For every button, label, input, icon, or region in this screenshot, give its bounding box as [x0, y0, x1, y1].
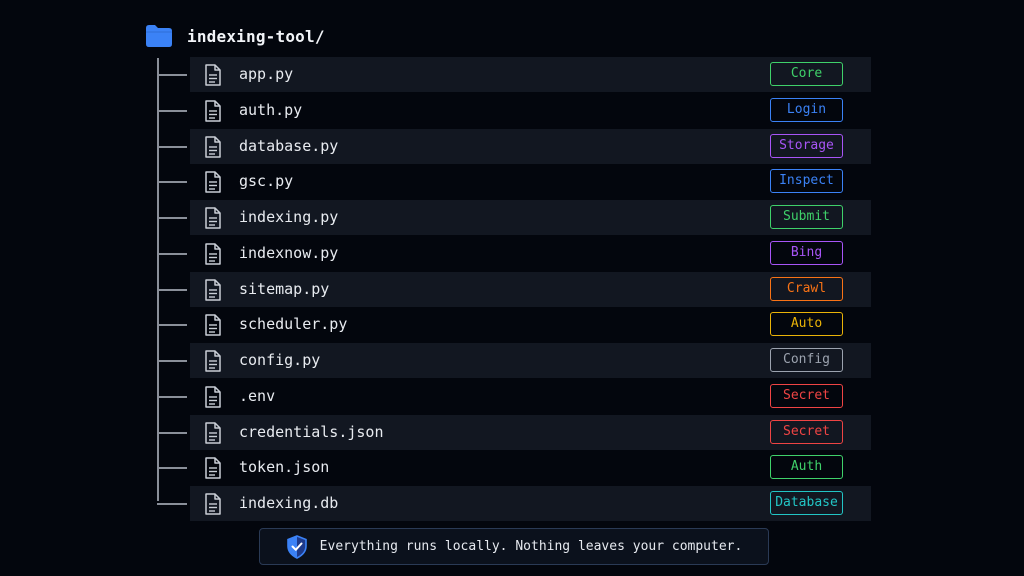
file-row[interactable]: indexnow.py Bing	[157, 236, 871, 271]
tree-branch-line	[157, 252, 187, 255]
file-row[interactable]: gsc.py Inspect	[157, 164, 871, 199]
file-name: indexnow.py	[239, 244, 339, 262]
file-icon	[205, 206, 221, 229]
file-row[interactable]: database.py Storage	[157, 129, 871, 164]
file-icon	[205, 278, 221, 301]
file-name: auth.py	[239, 101, 303, 119]
tree-branch-line	[157, 431, 187, 434]
file-icon	[205, 135, 221, 158]
file-row[interactable]: sitemap.py Crawl	[157, 272, 871, 307]
tree-branch-line	[157, 180, 187, 183]
file-tag-badge: Auto	[770, 312, 843, 336]
file-icon	[205, 170, 221, 193]
file-name: gsc.py	[239, 172, 294, 190]
file-tag-badge: Submit	[770, 205, 843, 229]
file-name: token.json	[239, 458, 330, 476]
file-tag-badge: Inspect	[770, 169, 843, 193]
tree-branch-line	[157, 288, 187, 291]
file-name: database.py	[239, 137, 339, 155]
shield-check-icon	[286, 534, 307, 559]
file-icon	[205, 242, 221, 265]
file-icon	[205, 99, 221, 122]
file-tag-badge: Secret	[770, 420, 843, 444]
tree-branch-line	[157, 73, 187, 76]
tree-branch-line	[157, 395, 187, 398]
file-row[interactable]: credentials.json Secret	[157, 415, 871, 450]
file-icon	[205, 421, 221, 444]
file-name: .env	[239, 387, 276, 405]
file-tag-badge: Bing	[770, 241, 843, 265]
tree-branch-line	[157, 323, 187, 326]
file-tag-badge: Auth	[770, 455, 843, 479]
file-icon	[205, 349, 221, 372]
file-icon	[205, 492, 221, 515]
file-row[interactable]: token.json Auth	[157, 450, 871, 485]
folder-icon	[146, 25, 172, 47]
file-name: scheduler.py	[239, 315, 348, 333]
root-folder[interactable]: indexing-tool/	[145, 24, 325, 48]
file-name: app.py	[239, 65, 294, 83]
file-row[interactable]: config.py Config	[157, 343, 871, 378]
file-tag-badge: Secret	[770, 384, 843, 408]
file-tag-badge: Login	[770, 98, 843, 122]
file-icon	[205, 313, 221, 336]
file-name: credentials.json	[239, 423, 384, 441]
file-icon	[205, 385, 221, 408]
file-icon	[205, 456, 221, 479]
file-icon	[205, 63, 221, 86]
file-row[interactable]: scheduler.py Auto	[157, 307, 871, 342]
file-tag-badge: Storage	[770, 134, 843, 158]
tree-branch-line	[157, 502, 187, 505]
tree-branch-line	[157, 109, 187, 112]
file-row[interactable]: .env Secret	[157, 379, 871, 414]
file-tag-badge: Core	[770, 62, 843, 86]
file-name: config.py	[239, 351, 321, 369]
file-row[interactable]: app.py Core	[157, 57, 871, 92]
file-row[interactable]: auth.py Login	[157, 93, 871, 128]
tree-branch-line	[157, 216, 187, 219]
tree-branch-line	[157, 145, 187, 148]
file-row[interactable]: indexing.py Submit	[157, 200, 871, 235]
file-tag-badge: Crawl	[770, 277, 843, 301]
file-tag-badge: Config	[770, 348, 843, 372]
tree-trunk-line	[157, 58, 159, 501]
tree-branch-line	[157, 466, 187, 469]
file-name: indexing.py	[239, 208, 339, 226]
privacy-banner: Everything runs locally. Nothing leaves …	[259, 528, 769, 565]
tree-branch-line	[157, 359, 187, 362]
file-row[interactable]: indexing.db Database	[157, 486, 871, 521]
file-tag-badge: Database	[770, 491, 843, 515]
file-name: indexing.db	[239, 494, 339, 512]
privacy-message: Everything runs locally. Nothing leaves …	[319, 539, 743, 554]
root-folder-name: indexing-tool/	[187, 26, 325, 46]
file-name: sitemap.py	[239, 280, 330, 298]
